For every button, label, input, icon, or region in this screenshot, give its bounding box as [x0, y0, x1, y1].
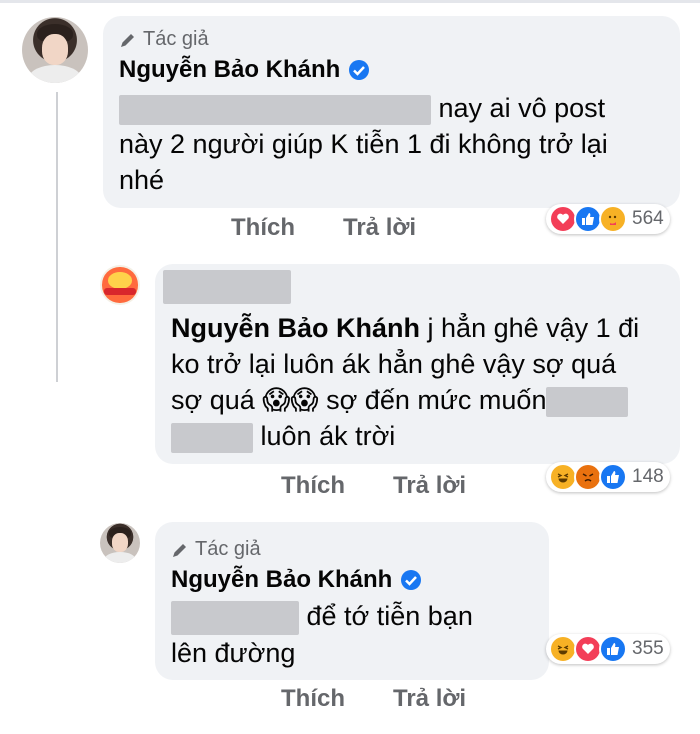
reply-button[interactable]: Trả lời [393, 685, 466, 713]
care-icon [599, 205, 627, 233]
author-badge: Tác giả [171, 538, 261, 561]
angry-icon [574, 463, 602, 491]
pen-icon [173, 543, 186, 557]
haha-icon [549, 635, 577, 663]
comment-text: để tớ tiễn bạn lên đường [171, 600, 473, 668]
reaction-summary[interactable]: 148 [546, 462, 670, 492]
like-button[interactable]: Thích [281, 472, 345, 500]
verified-icon [401, 570, 422, 590]
redacted-block [171, 600, 299, 635]
comment-text: nay ai vô post này 2 người giúp K tiễn 1… [119, 93, 608, 195]
avatar[interactable] [100, 265, 140, 305]
author-name[interactable]: Nguyễn Bảo Khánh [119, 56, 340, 84]
author-badge-label: Tác giả [143, 28, 209, 50]
thread-line [56, 92, 58, 382]
verified-icon [349, 60, 370, 80]
comment-bubble: Tác giả Nguyễn Bảo Khánh nay ai vô post … [103, 16, 680, 208]
reaction-summary[interactable]: 564 [546, 204, 670, 234]
avatar[interactable] [22, 17, 88, 83]
comment-bubble: Tác giả Nguyễn Bảo Khánh để tớ tiễn bạn … [155, 522, 549, 680]
reply-button[interactable]: Trả lời [343, 214, 416, 242]
haha-icon [549, 463, 577, 491]
redacted-block [546, 386, 629, 417]
mentioned-user[interactable]: Nguyễn Bảo Khánh [171, 313, 420, 343]
author-name[interactable]: Nguyễn Bảo Khánh [171, 566, 392, 594]
scream-emoji: 😱😱 [262, 385, 319, 415]
reaction-summary[interactable]: 355 [546, 634, 670, 664]
pen-icon [121, 33, 134, 47]
comment-bubble: Nguyễn Bảo Khánh j hẳn ghê vậy 1 đi ko t… [155, 264, 680, 464]
reaction-count: 148 [632, 466, 664, 487]
author-badge-label: Tác giả [195, 538, 261, 560]
reaction-count: 564 [632, 208, 664, 229]
like-button[interactable]: Thích [281, 685, 345, 713]
reply-button[interactable]: Trả lời [393, 472, 466, 500]
avatar[interactable] [100, 523, 140, 563]
author-badge: Tác giả [119, 28, 209, 51]
redacted-block [171, 422, 253, 453]
top-divider [0, 0, 700, 3]
heart-icon [574, 635, 602, 663]
reaction-count: 355 [632, 638, 664, 659]
like-button[interactable]: Thích [231, 214, 295, 242]
redacted-name [163, 270, 291, 304]
like-icon [599, 463, 627, 491]
comment-text: Nguyễn Bảo Khánh j hẳn ghê vậy 1 đi ko t… [171, 313, 640, 453]
like-icon [599, 635, 627, 663]
heart-icon [549, 205, 577, 233]
like-icon [574, 205, 602, 233]
redacted-block [119, 94, 431, 125]
